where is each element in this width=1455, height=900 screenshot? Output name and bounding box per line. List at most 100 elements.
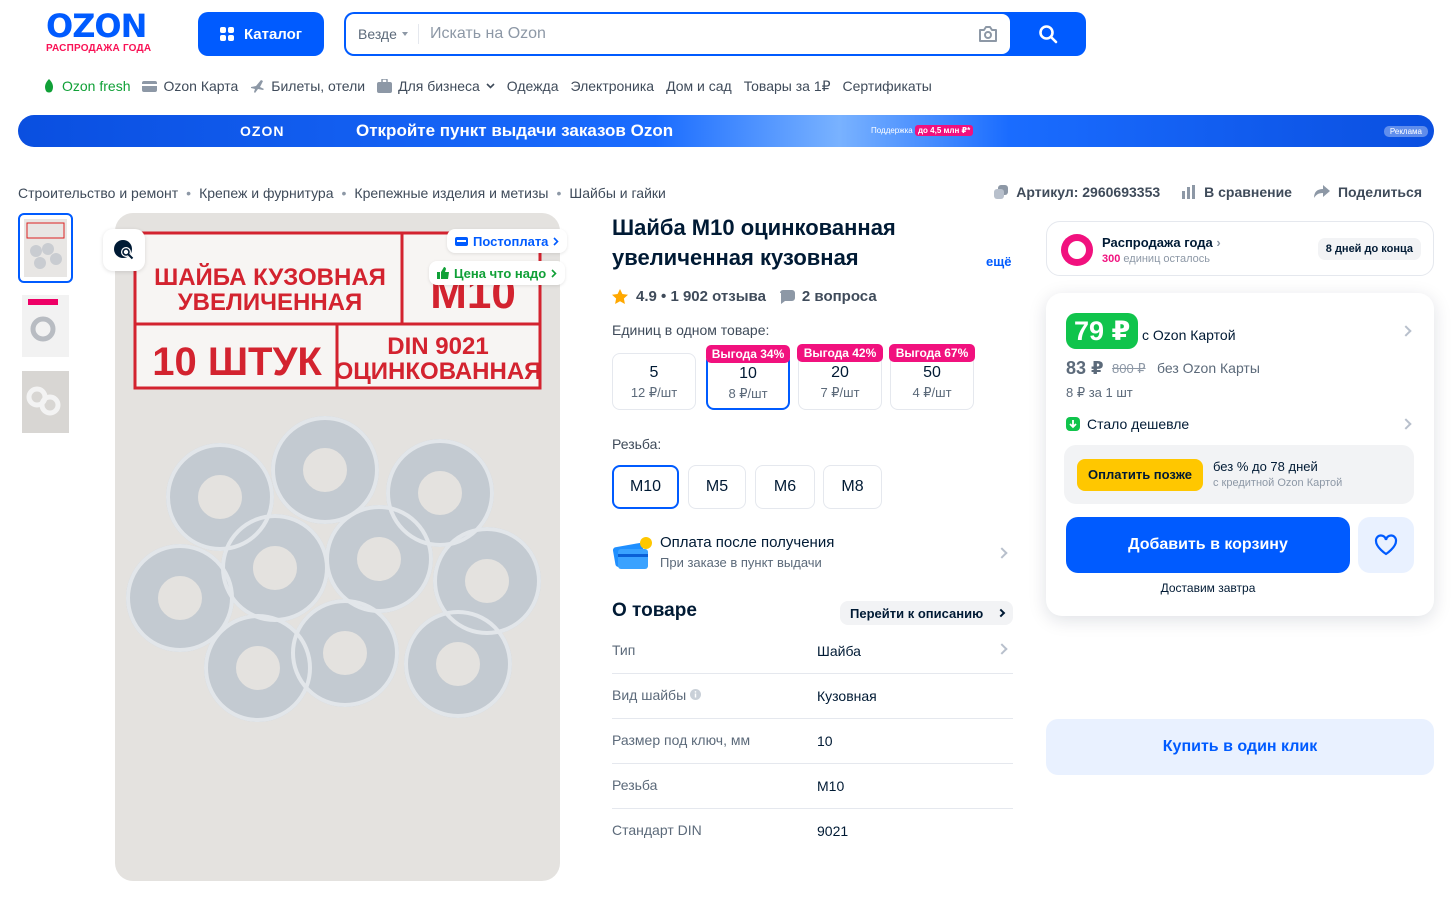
article-copy[interactable]: Артикул: 2960693353 <box>994 184 1160 200</box>
gallery-thumbnail[interactable] <box>18 213 73 283</box>
unit-count: 20 <box>831 364 849 381</box>
spec-row: Размер под ключ, мм 10 <box>612 719 1013 764</box>
pay-after-receipt[interactable]: Оплата после получения При заказе в пунк… <box>612 533 1012 573</box>
unit-count: 10 <box>739 365 757 382</box>
promo-title: Распродажа года › <box>1102 235 1221 250</box>
discount-badge: Выгода 34% <box>706 345 790 363</box>
buy-one-click-button[interactable]: Купить в один клик <box>1046 719 1434 775</box>
breadcrumb-separator: • <box>341 185 347 201</box>
nav-item-business[interactable]: Для бизнеса <box>377 78 495 94</box>
nav-item-ozon-fresh[interactable]: Ozon fresh <box>42 78 130 94</box>
chevron-right-icon <box>551 268 557 278</box>
favorite-button[interactable] <box>1358 517 1414 573</box>
nav-item-ozon-card[interactable]: Ozon Карта <box>142 78 238 94</box>
gallery-thumbnail[interactable] <box>18 291 73 361</box>
thread-option[interactable]: M8 <box>823 465 882 509</box>
search-input[interactable] <box>430 22 950 46</box>
spec-key: Вид шайбы <box>612 687 702 703</box>
rating-summary[interactable]: 4.9 • 1 902 отзыва 2 вопроса <box>612 288 877 305</box>
unit-count: 50 <box>923 364 941 381</box>
pay-later-button[interactable]: Оплатить позже <box>1077 459 1203 491</box>
unit-option-selected[interactable]: Выгода 34% 10 8 ₽/шт <box>706 345 790 410</box>
spec-key: Резьба <box>612 777 658 793</box>
image-search-button[interactable] <box>103 229 145 271</box>
go-to-description-button[interactable]: Перейти к описанию <box>840 601 1013 625</box>
nav-item-home-garden[interactable]: Дом и сад <box>666 78 732 94</box>
compare-button[interactable]: В сравнение <box>1182 184 1292 200</box>
share-label: Поделиться <box>1337 184 1422 200</box>
product-actions: Артикул: 2960693353 В сравнение Поделить… <box>994 184 1422 200</box>
chevron-right-icon[interactable] <box>1400 418 1412 430</box>
product-title: Шайба М10 оцинкованная увеличенная кузов… <box>612 215 896 270</box>
rating-text: 4.9 • 1 902 отзыва <box>636 288 766 305</box>
good-price-tag[interactable]: Цена что надо <box>429 261 566 285</box>
nav-item-electronics[interactable]: Электроника <box>570 78 654 94</box>
discount-badge: Выгода 42% <box>797 344 883 362</box>
thread-option[interactable]: M6 <box>755 465 815 509</box>
other-sellers-price: от 183 ₽ <box>1113 658 1167 674</box>
nav-item-one-ruble[interactable]: Товары за 1₽ <box>744 78 831 95</box>
camera-icon[interactable] <box>978 25 998 43</box>
payment-card-icon <box>612 537 652 569</box>
questions-link[interactable]: 2 вопроса <box>779 288 877 305</box>
share-button[interactable]: Поделиться <box>1313 184 1422 200</box>
search-scope-label: Везде <box>358 26 397 42</box>
regular-price: 83 ₽ <box>1066 358 1104 378</box>
prepay-label: Постоплата <box>473 233 549 249</box>
thread-option[interactable]: M5 <box>688 465 746 509</box>
search-scope-select[interactable]: Везде <box>358 24 419 44</box>
unit-count: 5 <box>649 364 659 381</box>
nav-label: Одежда <box>506 78 559 94</box>
promo-banner[interactable]: OZON Откройте пункт выдачи заказов Ozon … <box>18 115 1434 147</box>
promo-stock: 300 единиц осталось <box>1102 253 1210 265</box>
price-dropped-label: Стало дешевле <box>1087 416 1190 432</box>
breadcrumb-item[interactable]: Шайбы и гайки <box>569 185 665 201</box>
image-text-din: DIN 9021 <box>387 333 488 360</box>
ozon-logo[interactable]: OZON РАСПРОДАЖА ГОДА <box>46 10 178 58</box>
catalog-button[interactable]: Каталог <box>198 12 324 56</box>
thread-option-selected[interactable]: M10 <box>612 465 679 509</box>
info-icon[interactable] <box>690 689 702 700</box>
chevron-right-icon <box>996 547 1008 559</box>
other-sellers-count: 1 <box>1371 646 1393 668</box>
spec-value: 9021 <box>817 823 849 839</box>
card-icon <box>142 80 158 92</box>
price-dropped-link[interactable]: Стало дешевле <box>1066 416 1189 432</box>
article-number: Артикул: 2960693353 <box>1016 184 1161 200</box>
lens-search-icon <box>114 240 134 260</box>
breadcrumb-item[interactable]: Крепеж и фурнитура <box>199 185 333 201</box>
spec-row[interactable]: Тип Шайба <box>612 629 1013 674</box>
plane-icon <box>251 79 265 93</box>
unit-option[interactable]: 5 12 ₽/шт <box>612 353 696 410</box>
product-main-image[interactable]: ШАЙБА КУЗОВНАЯ УВЕЛИЧЕННАЯ M10 10 ШТУК D… <box>115 213 560 881</box>
add-to-cart-button[interactable]: Добавить в корзину <box>1066 517 1350 573</box>
nav-item-tickets[interactable]: Билеты, отели <box>250 78 365 94</box>
nav-item-certificates[interactable]: Сертификаты <box>843 78 932 94</box>
nav-item-clothes[interactable]: Одежда <box>507 78 559 94</box>
pay-later-block: Оплатить позже без % до 78 дней с кредит… <box>1064 445 1414 504</box>
compare-label: В сравнение <box>1204 184 1292 200</box>
chevron-down-icon <box>486 83 495 89</box>
search-button[interactable] <box>1010 12 1086 56</box>
breadcrumb-item[interactable]: Строительство и ремонт <box>18 185 178 201</box>
prepay-tag[interactable]: Постоплата <box>447 229 568 253</box>
price-per-unit: 8 ₽ за 1 шт <box>1066 385 1133 400</box>
banner-logo: OZON <box>240 123 285 139</box>
thread-value: M5 <box>705 478 729 495</box>
spec-key: Размер под ключ, мм <box>612 732 751 748</box>
nav-label: Билеты, отели <box>271 78 366 94</box>
chevron-right-icon <box>996 608 1006 618</box>
unit-price: 12 ₽/шт <box>630 385 678 400</box>
spec-value: M10 <box>817 778 845 794</box>
banner-text: Откройте пункт выдачи заказов Ozon <box>356 121 674 140</box>
washer-photo: ШАЙБА КУЗОВНАЯ УВЕЛИЧЕННАЯ M10 10 ШТУК D… <box>126 231 542 722</box>
chevron-right-icon[interactable] <box>1400 325 1412 337</box>
unit-option[interactable]: Выгода 67% 50 4 ₽/шт <box>889 344 975 410</box>
title-more-link[interactable]: ещё <box>986 254 1011 269</box>
gallery-thumbnail[interactable] <box>18 367 73 437</box>
leaf-icon <box>45 79 53 93</box>
sale-promo-card[interactable]: Распродажа года › 300 единиц осталось 8 … <box>1046 221 1434 276</box>
breadcrumb-item[interactable]: Крепежные изделия и метизы <box>354 185 548 201</box>
unit-option[interactable]: Выгода 42% 20 7 ₽/шт <box>797 344 883 410</box>
nav-label: Электроника <box>570 78 655 94</box>
